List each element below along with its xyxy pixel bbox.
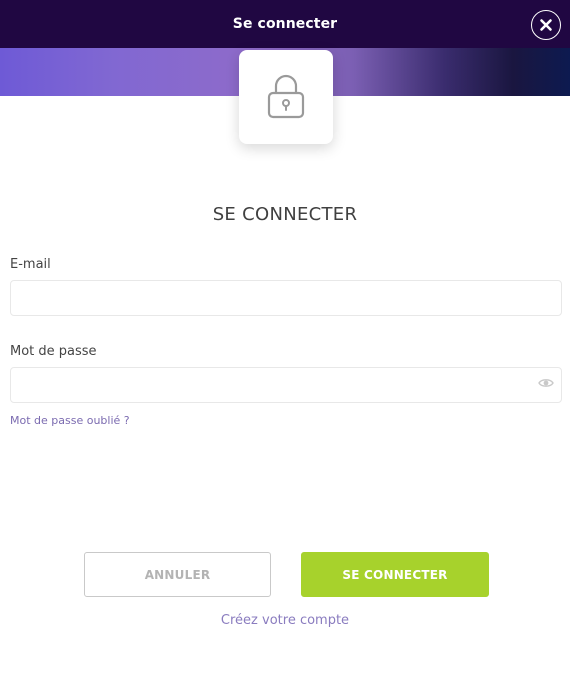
forgot-password-link[interactable]: Mot de passe oublié ? — [10, 414, 130, 427]
login-button[interactable]: SE CONNECTER — [301, 552, 489, 597]
login-button-label: SE CONNECTER — [342, 567, 448, 582]
close-icon — [540, 19, 552, 31]
lock-icon — [267, 74, 305, 119]
email-field[interactable] — [10, 280, 562, 316]
create-account-link[interactable]: Créez votre compte — [0, 613, 570, 628]
password-field[interactable] — [10, 367, 562, 403]
modal-header: Se connecter — [0, 0, 570, 48]
lock-badge — [239, 50, 333, 144]
modal-title: Se connecter — [232, 16, 338, 32]
close-button[interactable] — [531, 10, 561, 40]
cancel-button-label: ANNULER — [144, 567, 211, 582]
email-label: E-mail — [10, 257, 51, 272]
password-label: Mot de passe — [10, 344, 97, 359]
cancel-button[interactable]: ANNULER — [84, 552, 271, 597]
form-heading: SE CONNECTER — [212, 204, 358, 225]
eye-icon[interactable] — [538, 377, 554, 389]
